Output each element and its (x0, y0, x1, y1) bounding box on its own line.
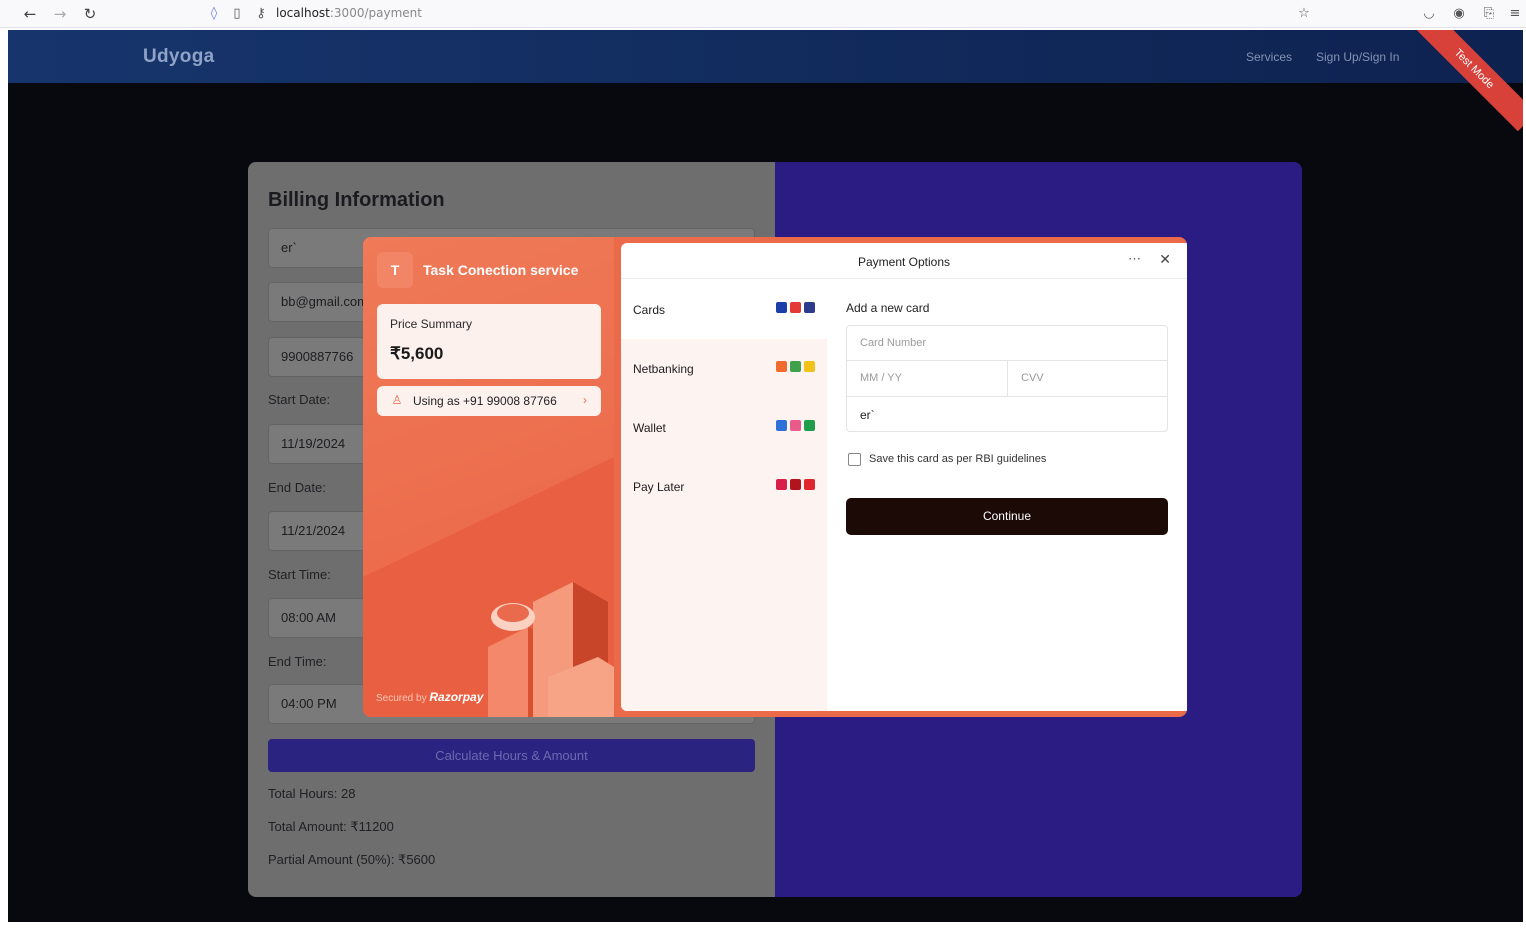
card-number-input[interactable]: Card Number (847, 326, 1167, 361)
start-date-label: Start Date: (268, 392, 331, 407)
wallet-icon (804, 420, 815, 431)
paylater-icon (776, 479, 787, 490)
shield-icon[interactable]: ◊ (205, 4, 223, 24)
price-summary-label: Price Summary (390, 317, 473, 331)
page-title: Billing Information (268, 189, 445, 211)
payment-methods-list: Cards Netbanking Wallet Pay Later (621, 280, 827, 711)
back-icon[interactable]: ← (20, 4, 40, 24)
pocket-icon[interactable]: ◡ (1420, 4, 1438, 24)
price-amount: ₹5,600 (390, 344, 444, 363)
secured-by-text: Secured by Razorpay (376, 690, 483, 704)
page: Udyoga Services Sign Up/Sign In Test Mod… (8, 30, 1523, 922)
cvv-placeholder: CVV (1021, 372, 1044, 384)
key-icon[interactable]: ⚷ (252, 4, 270, 24)
nav-link-signin[interactable]: Sign Up/Sign In (1316, 50, 1399, 64)
url-host: localhost (276, 6, 330, 20)
calculate-button[interactable]: Calculate Hours & Amount (268, 739, 755, 772)
modal-title: Payment Options (857, 255, 951, 269)
method-label: Pay Later (633, 480, 685, 494)
close-icon[interactable]: ✕ (1159, 251, 1171, 268)
bookmark-star-icon[interactable]: ☆ (1295, 4, 1313, 24)
save-card-checkbox[interactable] (848, 453, 861, 466)
account-icon[interactable]: ◉ (1450, 4, 1468, 24)
payment-options-panel: Payment Options ⋯ ✕ Cards Netbanking Wal… (621, 243, 1187, 711)
method-label: Wallet (633, 421, 666, 435)
continue-button[interactable]: Continue (846, 498, 1168, 535)
total-hours-text: Total Hours: 28 (268, 786, 356, 801)
site-navbar: Udyoga Services Sign Up/Sign In Test Mod… (8, 30, 1523, 132)
menu-icon[interactable]: ≡ (1506, 4, 1524, 24)
user-contact-pill[interactable]: ♙ Using as +91 99008 87766 › (377, 386, 601, 416)
pay-later-icons (776, 479, 815, 490)
card-network-icons (776, 302, 815, 313)
price-summary-card: Price Summary ₹5,600 (377, 304, 601, 379)
more-options-icon[interactable]: ⋯ (1128, 251, 1141, 267)
visa-icon (776, 302, 787, 313)
end-date-label: End Date: (268, 480, 326, 495)
url-path: :3000/payment (329, 6, 422, 20)
wallet-icon (776, 420, 787, 431)
total-amount-text: Total Amount: ₹11200 (268, 819, 394, 834)
expiry-placeholder: MM / YY (860, 372, 902, 384)
card-input-box: Card Number MM / YY CVV er` (846, 325, 1168, 432)
bank-icons (776, 361, 815, 372)
address-bar[interactable]: localhost:3000/payment (276, 6, 422, 20)
user-icon: ♙ (391, 393, 403, 407)
paylater-icon (790, 479, 801, 490)
card-name-value: er` (860, 408, 875, 422)
reload-icon[interactable]: ↻ (80, 4, 100, 24)
save-card-label[interactable]: Save this card as per RBI guidelines (869, 453, 1129, 465)
merchant-panel: T Task Conection service Price Summary ₹… (363, 237, 614, 717)
method-pay-later[interactable]: Pay Later (621, 457, 827, 516)
brand-logo[interactable]: Udyoga (143, 46, 214, 68)
paylater-icon (804, 479, 815, 490)
start-time-label: Start Time: (268, 567, 331, 582)
background-shape (363, 457, 614, 577)
razorpay-logo: Razorpay (429, 690, 484, 704)
test-mode-ribbon: Test Mode (1411, 30, 1523, 132)
user-contact-text: Using as +91 99008 87766 (413, 394, 557, 408)
mastercard-icon (790, 302, 801, 313)
page-icon: ▯ (233, 6, 241, 21)
wallet-icon (790, 420, 801, 431)
form-heading: Add a new card (846, 301, 930, 315)
merchant-logo: T (377, 252, 413, 288)
buildings-illustration (488, 582, 614, 717)
bank-icon (804, 361, 815, 372)
bank-icon (776, 361, 787, 372)
nav-link-services[interactable]: Services (1246, 50, 1292, 64)
card-number-placeholder: Card Number (860, 337, 927, 349)
method-label: Cards (633, 303, 666, 317)
wallet-icons (776, 420, 815, 431)
expiry-input[interactable]: MM / YY (847, 361, 1008, 397)
forward-icon[interactable]: → (50, 4, 70, 24)
end-time-label: End Time: (268, 654, 327, 669)
extensions-icon[interactable]: ⎘ (1480, 4, 1498, 24)
browser-toolbar: ← → ↻ ◊ ▯ ⚷ localhost:3000/payment ☆ ◡ ◉… (0, 0, 1526, 28)
chevron-right-icon: › (583, 393, 587, 407)
method-cards[interactable]: Cards (621, 280, 827, 339)
secured-by-label: Secured by (376, 693, 427, 704)
card-name-input[interactable]: er` (847, 397, 1167, 432)
razorpay-checkout-modal: T Task Conection service Price Summary ₹… (363, 237, 1187, 717)
cvv-input[interactable]: CVV (1008, 361, 1167, 397)
merchant-name: Task Conection service (423, 262, 579, 278)
method-wallet[interactable]: Wallet (621, 398, 827, 457)
rupay-icon (804, 302, 815, 313)
method-label: Netbanking (633, 362, 694, 376)
bank-icon (790, 361, 801, 372)
partial-amount-text: Partial Amount (50%): ₹5600 (268, 852, 436, 867)
modal-header: Payment Options ⋯ ✕ (621, 243, 1187, 279)
method-netbanking[interactable]: Netbanking (621, 339, 827, 398)
